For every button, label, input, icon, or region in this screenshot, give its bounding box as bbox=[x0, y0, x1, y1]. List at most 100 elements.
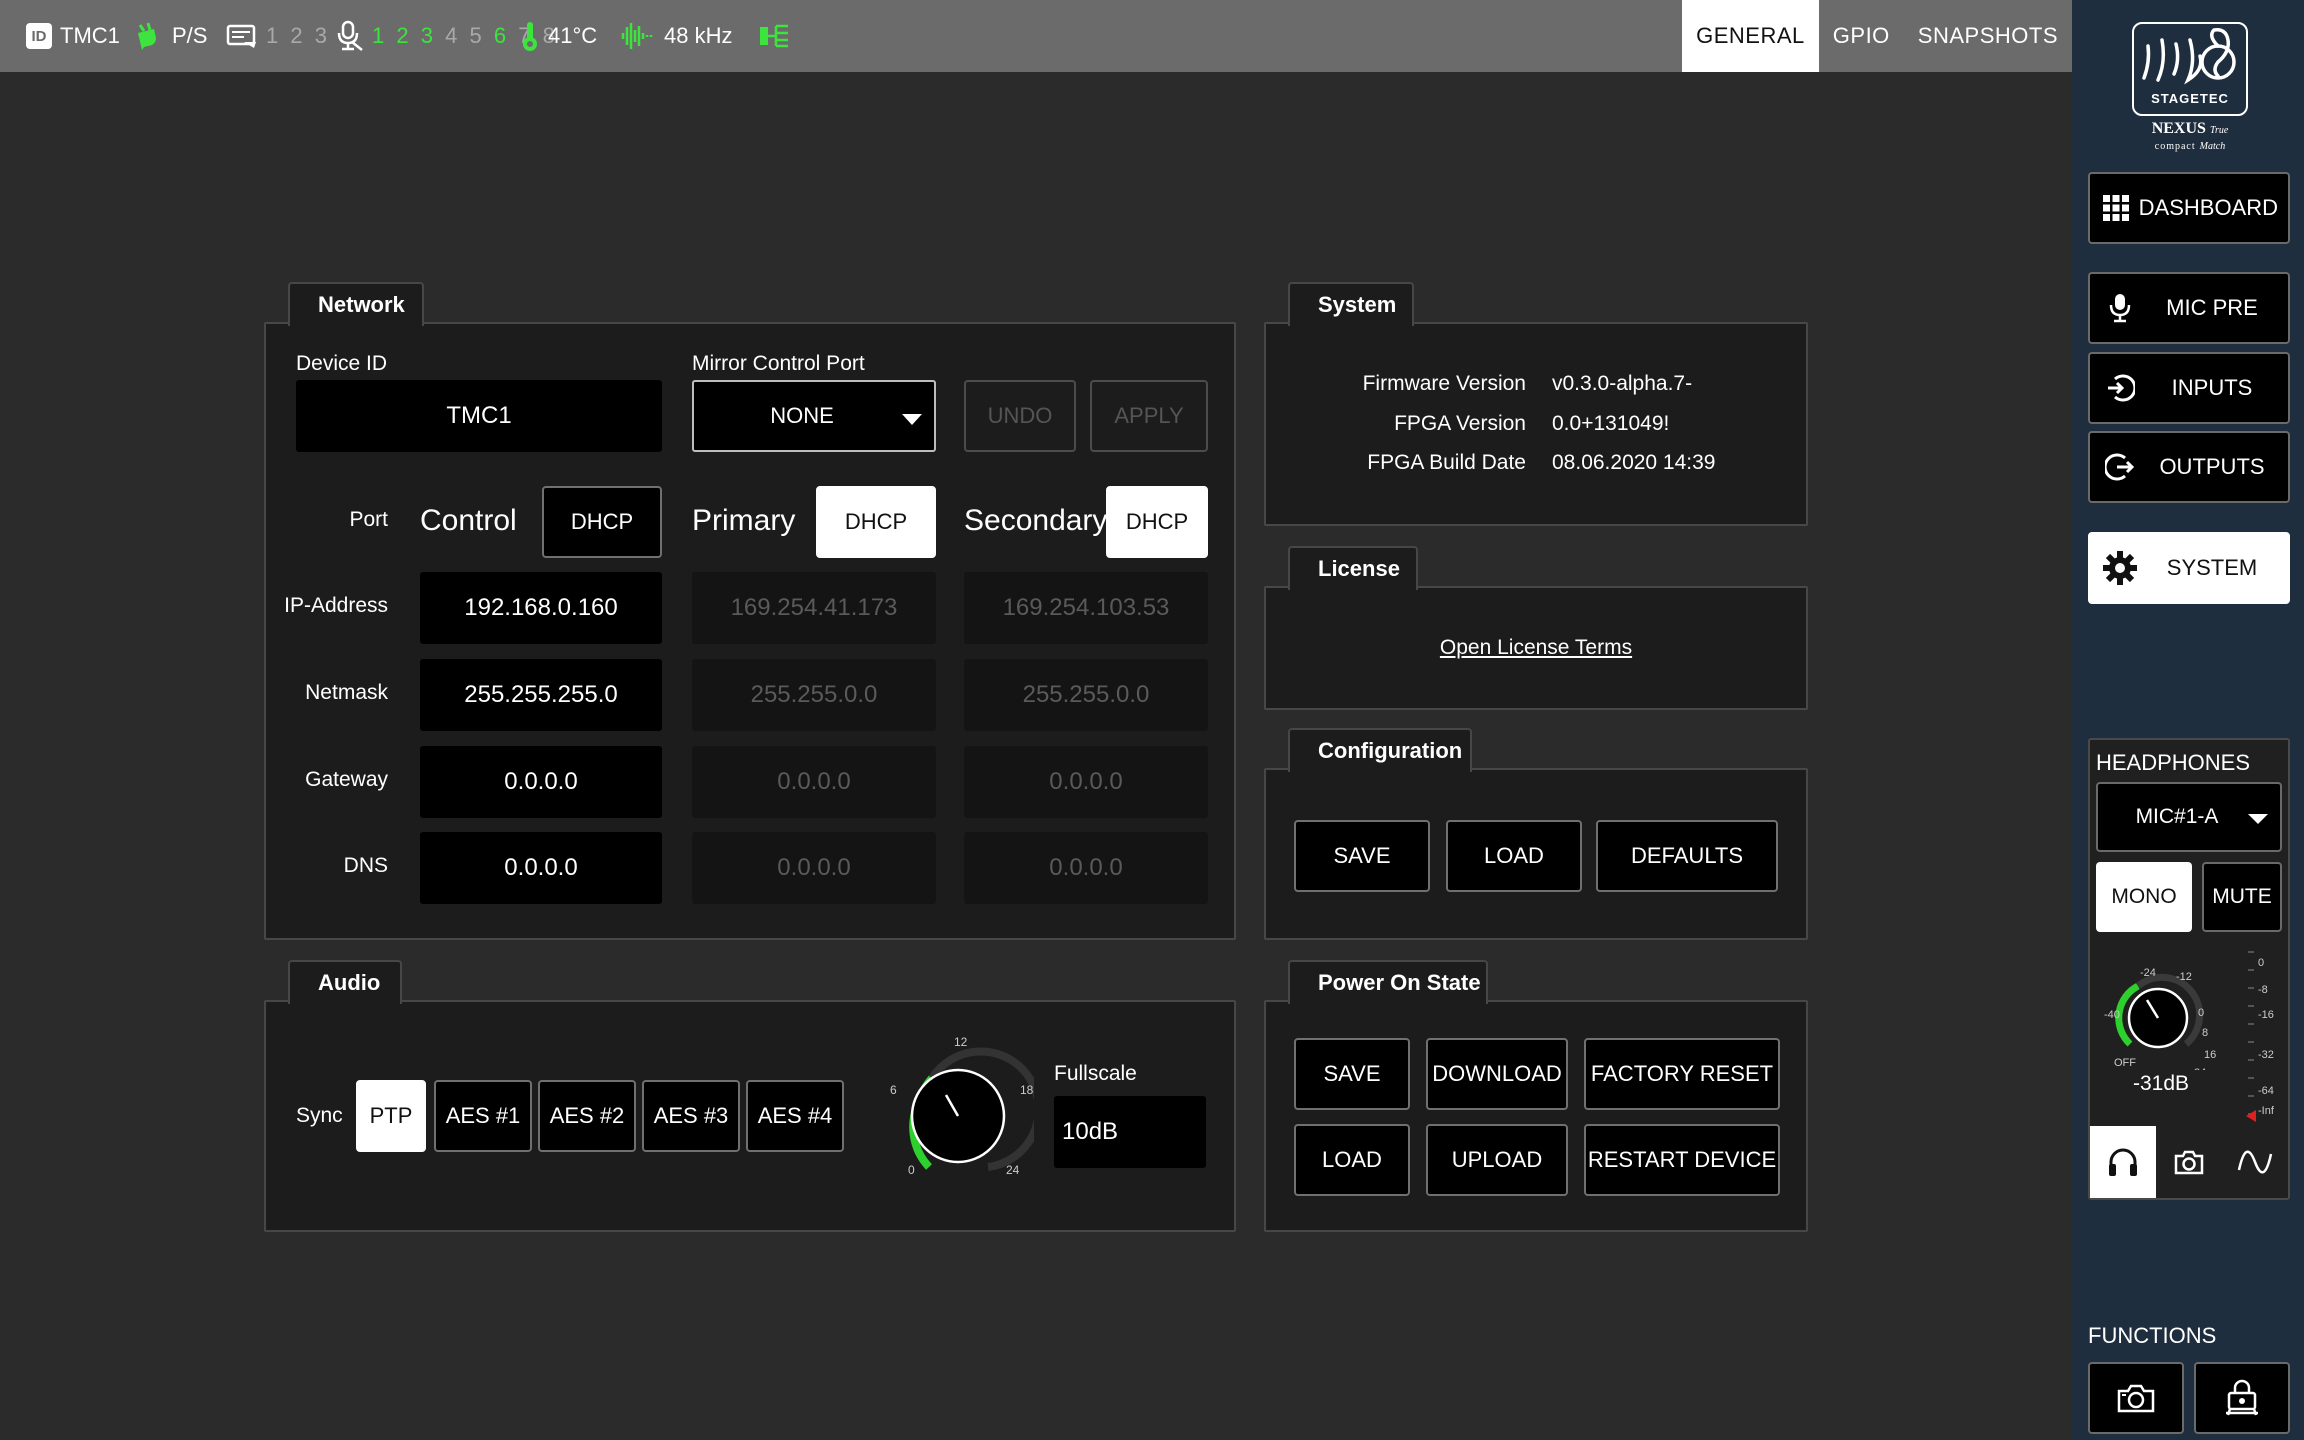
product-name: NEXUS True compact Match bbox=[2151, 120, 2229, 153]
lock-function-button[interactable] bbox=[2194, 1362, 2290, 1434]
secondary-netmask-field: 255.255.0.0 bbox=[964, 659, 1208, 731]
control-netmask-field[interactable]: 255.255.255.0 bbox=[420, 659, 662, 731]
knob-label: 18 bbox=[1020, 1083, 1034, 1097]
control-ip-field[interactable]: 192.168.0.160 bbox=[420, 572, 662, 644]
secondary-dhcp-button[interactable]: DHCP bbox=[1106, 486, 1208, 558]
power-save-button[interactable]: SAVE bbox=[1294, 1038, 1410, 1110]
nav-system-button[interactable]: SYSTEM bbox=[2088, 532, 2290, 604]
status-bar: ID TMC1 P/S 1 2 3 1 2 3 4 5 6 7 8 41°C 4… bbox=[0, 0, 2072, 72]
configuration-panel: SAVE LOAD DEFAULTS bbox=[1264, 768, 1808, 940]
port-label: Port bbox=[349, 508, 388, 531]
device-id-status: ID TMC1 bbox=[26, 0, 120, 72]
mono-button[interactable]: MONO bbox=[2096, 862, 2192, 932]
knob-label: 8 bbox=[2202, 1027, 2208, 1039]
network-sync-status bbox=[758, 0, 794, 72]
primary-dhcp-button[interactable]: DHCP bbox=[816, 486, 936, 558]
power-load-button[interactable]: LOAD bbox=[1294, 1124, 1410, 1196]
fpga-build-date-value: 08.06.2020 14:39 bbox=[1552, 451, 1716, 474]
headphones-panel: HEADPHONES MIC#1-A MONO MUTE -40 -24 -12… bbox=[2088, 738, 2290, 1200]
network-panel: Device ID TMC1 Mirror Control Port NONE … bbox=[264, 322, 1236, 940]
nav-outputs-label: OUTPUTS bbox=[2159, 454, 2265, 479]
fpga-version-label: FPGA Version bbox=[1394, 412, 1526, 435]
sync-aes4-button[interactable]: AES #4 bbox=[746, 1080, 844, 1152]
device-name: TMC1 bbox=[60, 23, 120, 48]
license-panel: Open License Terms bbox=[1264, 586, 1808, 710]
nav-outputs-button[interactable]: OUTPUTS bbox=[2088, 431, 2290, 503]
mic-channel-number: 6 bbox=[493, 23, 510, 48]
nav-mic-pre-label: MIC PRE bbox=[2166, 295, 2258, 320]
power-upload-button[interactable]: UPLOAD bbox=[1426, 1124, 1568, 1196]
factory-reset-button[interactable]: FACTORY RESET bbox=[1584, 1038, 1780, 1110]
restart-device-button[interactable]: RESTART DEVICE bbox=[1584, 1124, 1780, 1196]
headphone-level-readout: -31dB bbox=[2132, 1072, 2190, 1095]
apply-button[interactable]: APPLY bbox=[1090, 380, 1208, 452]
chevron-down-icon bbox=[902, 414, 922, 425]
snapshot-function-button[interactable] bbox=[2088, 1362, 2184, 1434]
config-save-button[interactable]: SAVE bbox=[1294, 820, 1430, 892]
knob-label: OFF bbox=[2114, 1057, 2136, 1069]
nav-mic-pre-button[interactable]: MIC PRE bbox=[2088, 272, 2290, 344]
mute-button[interactable]: MUTE bbox=[2202, 862, 2282, 932]
knob-label: 12 bbox=[954, 1035, 968, 1049]
knob-label: 24 bbox=[1006, 1163, 1020, 1177]
primary-ip-field: 169.254.41.173 bbox=[692, 572, 936, 644]
microphone-icon bbox=[2094, 292, 2146, 324]
stagetec-logo: STAGETEC bbox=[2132, 22, 2248, 116]
primary-gateway-field: 0.0.0.0 bbox=[692, 746, 936, 818]
power-on-state-panel-tab: Power On State bbox=[1288, 960, 1488, 1008]
power-on-state-panel: SAVE DOWNLOAD FACTORY RESET LOAD UPLOAD … bbox=[1264, 1000, 1808, 1232]
fullscale-knob[interactable]: 0 6 12 18 24 bbox=[884, 1032, 1034, 1182]
configuration-panel-tab: Configuration bbox=[1288, 728, 1472, 776]
sync-aes1-button[interactable]: AES #1 bbox=[434, 1080, 532, 1152]
nav-dashboard-button[interactable]: DASHBOARD bbox=[2088, 172, 2290, 244]
control-gateway-field[interactable]: 0.0.0.0 bbox=[420, 746, 662, 818]
tab-general[interactable]: GENERAL bbox=[1682, 0, 1819, 72]
tab-snapshots[interactable]: SNAPSHOTS bbox=[1904, 0, 2072, 72]
mirror-port-select[interactable]: NONE bbox=[692, 380, 936, 452]
sidebar: STAGETEC NEXUS True compact Match DASHBO… bbox=[2072, 0, 2304, 1440]
logo-brand: STAGETEC bbox=[2151, 91, 2229, 106]
headphone-volume-knob[interactable]: -40 -24 -12 0 8 16 24 OFF bbox=[2090, 940, 2226, 1070]
mirror-port-label: Mirror Control Port bbox=[692, 352, 865, 375]
headphones-source-select[interactable]: MIC#1-A bbox=[2096, 782, 2282, 852]
grid-icon bbox=[2094, 194, 2139, 222]
sine-wave-icon[interactable] bbox=[2222, 1126, 2288, 1198]
knob-label: 24 bbox=[2194, 1067, 2206, 1070]
open-license-terms-link[interactable]: Open License Terms bbox=[1266, 636, 1806, 660]
power-supply-status: P/S bbox=[134, 0, 207, 72]
chevron-down-icon bbox=[2248, 814, 2268, 824]
power-download-button[interactable]: DOWNLOAD bbox=[1426, 1038, 1568, 1110]
nav-inputs-label: INPUTS bbox=[2171, 375, 2253, 400]
audio-panel: Sync PTP AES #1 AES #2 AES #3 AES #4 0 6… bbox=[264, 1000, 1236, 1232]
device-id-field[interactable]: TMC1 bbox=[296, 380, 662, 452]
sync-aes2-button[interactable]: AES #2 bbox=[538, 1080, 636, 1152]
undo-button[interactable]: UNDO bbox=[964, 380, 1076, 452]
headphone-mode-tabs bbox=[2090, 1126, 2288, 1198]
mic-channel-number: 1 bbox=[372, 23, 388, 48]
headphones-title: HEADPHONES bbox=[2096, 750, 2251, 775]
nav-inputs-button[interactable]: INPUTS bbox=[2088, 352, 2290, 424]
sync-ptp-button[interactable]: PTP bbox=[356, 1080, 426, 1152]
tab-gpio[interactable]: GPIO bbox=[1819, 0, 1904, 72]
dns-label: DNS bbox=[343, 854, 388, 877]
network-tree-icon bbox=[760, 24, 788, 48]
functions-title: FUNCTIONS bbox=[2088, 1323, 2217, 1348]
camera-icon[interactable] bbox=[2156, 1126, 2222, 1198]
knob-label: 16 bbox=[2204, 1049, 2216, 1061]
control-dhcp-button[interactable]: DHCP bbox=[542, 486, 662, 558]
fullscale-value[interactable]: 10dB bbox=[1054, 1096, 1206, 1168]
fullscale-label: Fullscale bbox=[1054, 1062, 1137, 1085]
config-load-button[interactable]: LOAD bbox=[1446, 820, 1582, 892]
lock-icon bbox=[2226, 1379, 2258, 1416]
sync-aes3-button[interactable]: AES #3 bbox=[642, 1080, 740, 1152]
control-dns-field[interactable]: 0.0.0.0 bbox=[420, 832, 662, 904]
headphones-icon[interactable] bbox=[2090, 1126, 2156, 1198]
meter-label: 0 bbox=[2258, 957, 2264, 969]
camera-icon bbox=[2117, 1384, 2155, 1413]
meter-label: -16 bbox=[2258, 1009, 2274, 1021]
knob-label: -24 bbox=[2140, 967, 2156, 979]
power-label: P/S bbox=[172, 23, 208, 48]
primary-dns-field: 0.0.0.0 bbox=[692, 832, 936, 904]
nav-system-label: SYSTEM bbox=[2166, 555, 2258, 580]
config-defaults-button[interactable]: DEFAULTS bbox=[1596, 820, 1778, 892]
